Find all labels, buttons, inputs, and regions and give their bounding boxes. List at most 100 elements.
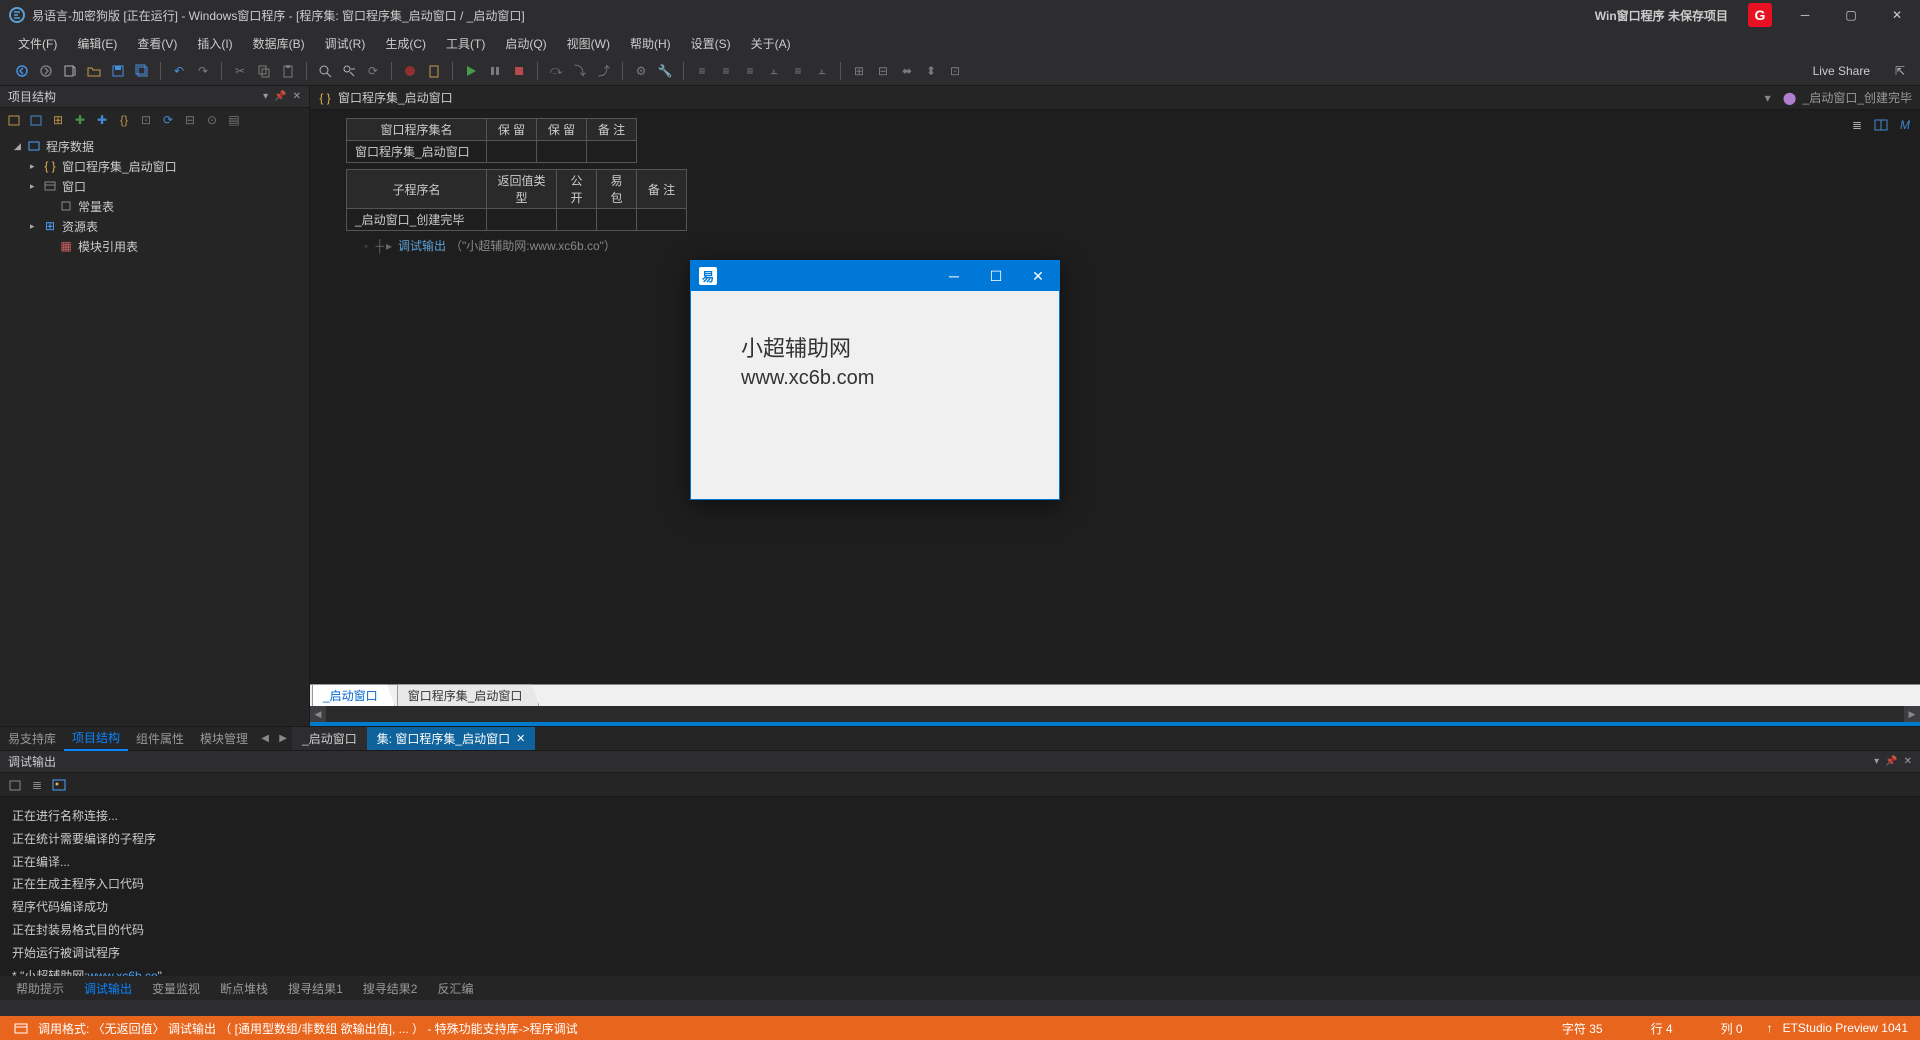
close-panel-icon[interactable]: ✕ bbox=[293, 91, 301, 102]
find-icon[interactable] bbox=[315, 61, 335, 81]
debug-close-icon[interactable]: ✕ bbox=[1904, 756, 1912, 767]
menu-debug[interactable]: 调试(R) bbox=[315, 32, 376, 55]
same-width-icon[interactable]: ⬌ bbox=[897, 61, 917, 81]
tree-assembly[interactable]: ▸{ }窗口程序集_启动窗口 bbox=[0, 156, 309, 176]
btab-search1[interactable]: 搜寻结果1 bbox=[278, 977, 353, 1000]
menu-database[interactable]: 数据库(B) bbox=[243, 32, 315, 55]
new-var-icon[interactable]: ✚ bbox=[94, 112, 110, 128]
doc-tab-startwin[interactable]: _启动窗口 bbox=[292, 727, 367, 750]
close-tab-icon[interactable]: ✕ bbox=[516, 732, 525, 745]
tree-module-ref[interactable]: ▦模块引用表 bbox=[0, 236, 309, 256]
debug-link[interactable]: www.xc6b.co bbox=[88, 969, 158, 976]
replace-icon[interactable] bbox=[339, 61, 359, 81]
btab-stack[interactable]: 断点堆栈 bbox=[210, 977, 278, 1000]
new-window-icon[interactable] bbox=[28, 112, 44, 128]
code-editor[interactable]: ≣ M 窗口程序集名 保 留 保 留 备 注 窗口程序集_启动窗口 bbox=[310, 110, 1920, 684]
editor-hscroll[interactable]: ◀ ▶ bbox=[310, 706, 1920, 722]
align-bottom-icon[interactable]: ⫠ bbox=[812, 61, 832, 81]
share-icon[interactable]: ⇱ bbox=[1890, 61, 1910, 81]
menu-run[interactable]: 启动(Q) bbox=[495, 32, 556, 55]
minimize-button[interactable]: ─ bbox=[1782, 0, 1828, 30]
btab-help[interactable]: 帮助提示 bbox=[6, 977, 74, 1000]
panel-tab-lib[interactable]: 易支持库 bbox=[0, 727, 64, 750]
save-icon[interactable] bbox=[108, 61, 128, 81]
new-module-icon[interactable]: ⊞ bbox=[50, 112, 66, 128]
dropdown-icon[interactable]: ▾ bbox=[263, 91, 268, 102]
align-top-icon[interactable]: ⫠ bbox=[764, 61, 784, 81]
panel-tab-project[interactable]: 项目结构 bbox=[64, 726, 128, 751]
new-assembly-icon[interactable] bbox=[6, 112, 22, 128]
new-struct-icon[interactable]: {} bbox=[116, 112, 132, 128]
panel-tab-props[interactable]: 组件属性 bbox=[128, 727, 192, 750]
menu-settings[interactable]: 设置(S) bbox=[681, 32, 741, 55]
same-size-icon[interactable]: ⊡ bbox=[945, 61, 965, 81]
dist-v-icon[interactable]: ⊟ bbox=[873, 61, 893, 81]
align-right-icon[interactable]: ≡ bbox=[740, 61, 760, 81]
paste-icon[interactable] bbox=[278, 61, 298, 81]
align-middle-icon[interactable]: ≡ bbox=[788, 61, 808, 81]
status-run-icon[interactable] bbox=[12, 1019, 30, 1037]
settings-icon[interactable]: ⚙ bbox=[631, 61, 651, 81]
breadcrumb-dropdown-icon[interactable]: ▾ bbox=[1765, 91, 1771, 105]
assembly-name-cell[interactable]: 窗口程序集_启动窗口 bbox=[347, 141, 487, 163]
running-maximize-button[interactable]: ☐ bbox=[975, 261, 1017, 291]
pause-icon[interactable] bbox=[485, 61, 505, 81]
menu-help[interactable]: 帮助(H) bbox=[620, 32, 681, 55]
tree-resource[interactable]: ▸⊞资源表 bbox=[0, 216, 309, 236]
split-icon[interactable] bbox=[1872, 116, 1890, 134]
editor-tab-assembly[interactable]: 窗口程序集_启动窗口 bbox=[397, 684, 540, 706]
bookmark-icon[interactable] bbox=[424, 61, 444, 81]
tree-windows[interactable]: ▸窗口 bbox=[0, 176, 309, 196]
panel-tab-modules[interactable]: 模块管理 bbox=[192, 727, 256, 750]
running-minimize-button[interactable]: ─ bbox=[933, 261, 975, 291]
breadcrumb-left[interactable]: 窗口程序集_启动窗口 bbox=[338, 89, 453, 106]
debug-dropdown-icon[interactable]: ▾ bbox=[1874, 756, 1879, 767]
align-center-icon[interactable]: ≡ bbox=[716, 61, 736, 81]
tree-const[interactable]: 常量表 bbox=[0, 196, 309, 216]
debug-filter-icon[interactable]: ≣ bbox=[28, 776, 46, 794]
breakpoint-icon[interactable] bbox=[400, 61, 420, 81]
debug-output-body[interactable]: 正在进行名称连接... 正在统计需要编译的子程序 正在编译... 正在生成主程序… bbox=[0, 797, 1920, 976]
wrap-icon[interactable]: ≣ bbox=[1848, 116, 1866, 134]
btab-search2[interactable]: 搜寻结果2 bbox=[353, 977, 428, 1000]
stop-icon[interactable] bbox=[509, 61, 529, 81]
new-file-icon[interactable] bbox=[60, 61, 80, 81]
sync-icon[interactable]: ⟳ bbox=[363, 61, 383, 81]
debug-pin-icon[interactable]: 📌 bbox=[1885, 756, 1897, 767]
code-line-1[interactable]: ◦ ┼▸ 调试输出 （"小超辅助网:www.xc6b.co"） bbox=[346, 237, 1884, 254]
nav-back-icon[interactable] bbox=[12, 61, 32, 81]
nav-fwd-icon[interactable] bbox=[36, 61, 56, 81]
running-app-window[interactable]: 易 ─ ☐ ✕ 小超辅助网 www.xc6b.com bbox=[690, 260, 1060, 500]
step-out-icon[interactable]: ⤴ bbox=[594, 61, 614, 81]
live-share-button[interactable]: Live Share bbox=[1813, 64, 1870, 78]
locate-icon[interactable]: ⊙ bbox=[204, 112, 220, 128]
filter-icon[interactable]: ▤ bbox=[226, 112, 242, 128]
undo-icon[interactable]: ↶ bbox=[169, 61, 189, 81]
close-button[interactable]: ✕ bbox=[1874, 0, 1920, 30]
breadcrumb-right[interactable]: _启动窗口_创建完毕 bbox=[1803, 89, 1912, 106]
menu-insert[interactable]: 插入(I) bbox=[187, 32, 242, 55]
editor-tab-startwin[interactable]: _启动窗口 bbox=[312, 684, 395, 706]
same-height-icon[interactable]: ⬍ bbox=[921, 61, 941, 81]
btab-debug[interactable]: 调试输出 bbox=[74, 977, 142, 1000]
maximize-button[interactable]: ▢ bbox=[1828, 0, 1874, 30]
menu-tools[interactable]: 工具(T) bbox=[436, 32, 495, 55]
menu-edit[interactable]: 编辑(E) bbox=[67, 32, 127, 55]
tool-icon[interactable]: 🔧 bbox=[655, 61, 675, 81]
menu-file[interactable]: 文件(F) bbox=[8, 32, 67, 55]
save-all-icon[interactable] bbox=[132, 61, 152, 81]
minimap-icon[interactable]: M bbox=[1896, 116, 1914, 134]
step-over-icon[interactable]: ⤼ bbox=[546, 61, 566, 81]
pin-icon[interactable]: 📌 bbox=[274, 91, 286, 102]
debug-clear-icon[interactable] bbox=[6, 776, 24, 794]
menu-view[interactable]: 查看(V) bbox=[127, 32, 187, 55]
step-into-icon[interactable]: ⤵ bbox=[570, 61, 590, 81]
refresh-tree-icon[interactable]: ⟳ bbox=[160, 112, 176, 128]
tree-root[interactable]: ◢程序数据 bbox=[0, 136, 309, 156]
dist-h-icon[interactable]: ⊞ bbox=[849, 61, 869, 81]
redo-icon[interactable]: ↷ bbox=[193, 61, 213, 81]
menu-build[interactable]: 生成(C) bbox=[375, 32, 436, 55]
sub-name-cell[interactable]: _启动窗口_创建完毕 bbox=[347, 209, 487, 231]
open-file-icon[interactable] bbox=[84, 61, 104, 81]
new-dll-icon[interactable]: ⊡ bbox=[138, 112, 154, 128]
